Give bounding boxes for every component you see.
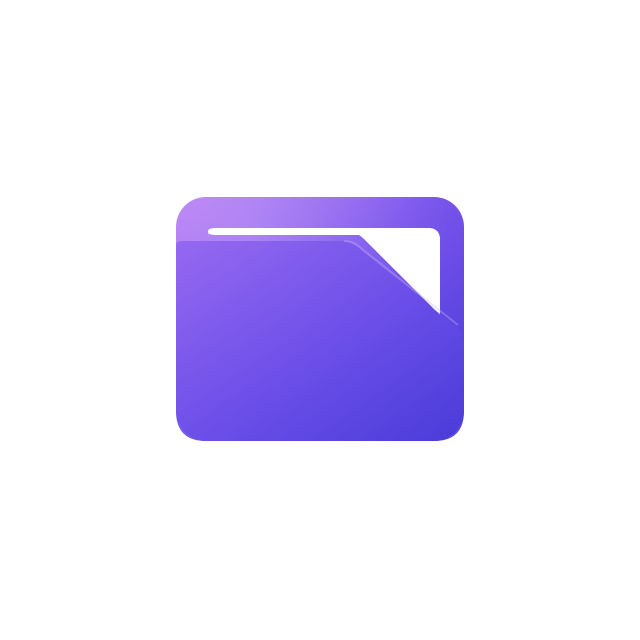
folder-icon xyxy=(176,197,464,441)
app-icon-canvas xyxy=(0,0,640,640)
folder-icon-graphic xyxy=(176,197,464,441)
